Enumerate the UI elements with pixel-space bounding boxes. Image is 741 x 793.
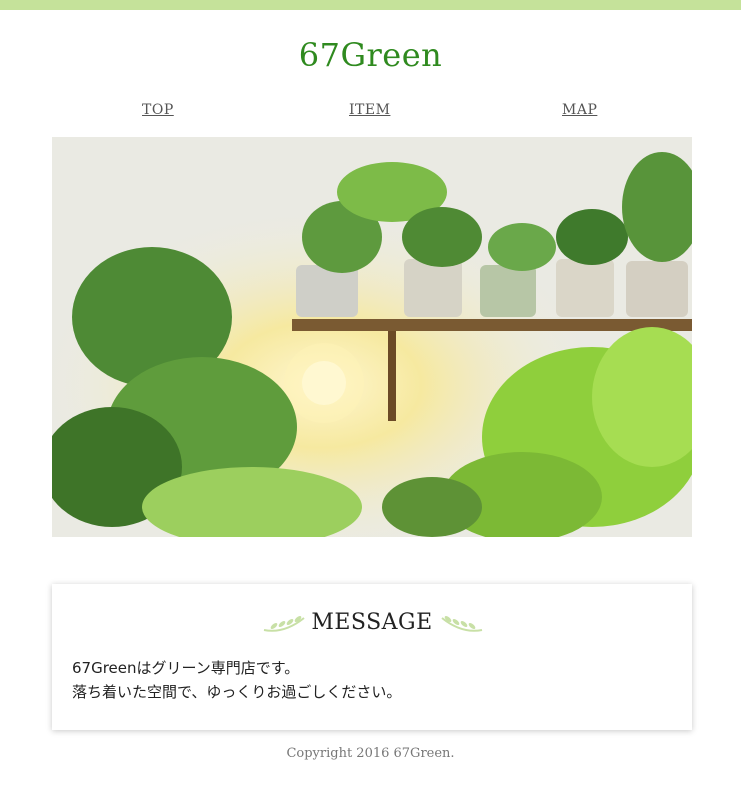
footer-copyright: Copyright 2016 67Green. <box>286 746 455 761</box>
main-nav: TOP ITEM MAP <box>0 102 741 122</box>
message-title: MESSAGE <box>311 610 433 635</box>
plants-photo <box>52 137 692 537</box>
top-accent-bar <box>0 0 741 10</box>
site-logo[interactable]: 67Green <box>0 36 741 74</box>
message-card: MESSAGE 67Greenはグリーン専門店です。 落ち着いた空間で、ゆっくり… <box>52 584 692 730</box>
nav-link-map[interactable]: MAP <box>562 102 597 118</box>
nav-link-item[interactable]: ITEM <box>349 102 390 118</box>
message-line: 落ち着いた空間で、ゆっくりお過ごしください。 <box>72 683 402 701</box>
sprig-right-icon <box>441 616 483 632</box>
message-line: 67Greenはグリーン専門店です。 <box>72 659 300 677</box>
hero-image <box>52 137 692 537</box>
message-body: 67Greenはグリーン専門店です。 落ち着いた空間で、ゆっくりお過ごしください… <box>72 656 672 704</box>
nav-link-top[interactable]: TOP <box>142 102 174 118</box>
